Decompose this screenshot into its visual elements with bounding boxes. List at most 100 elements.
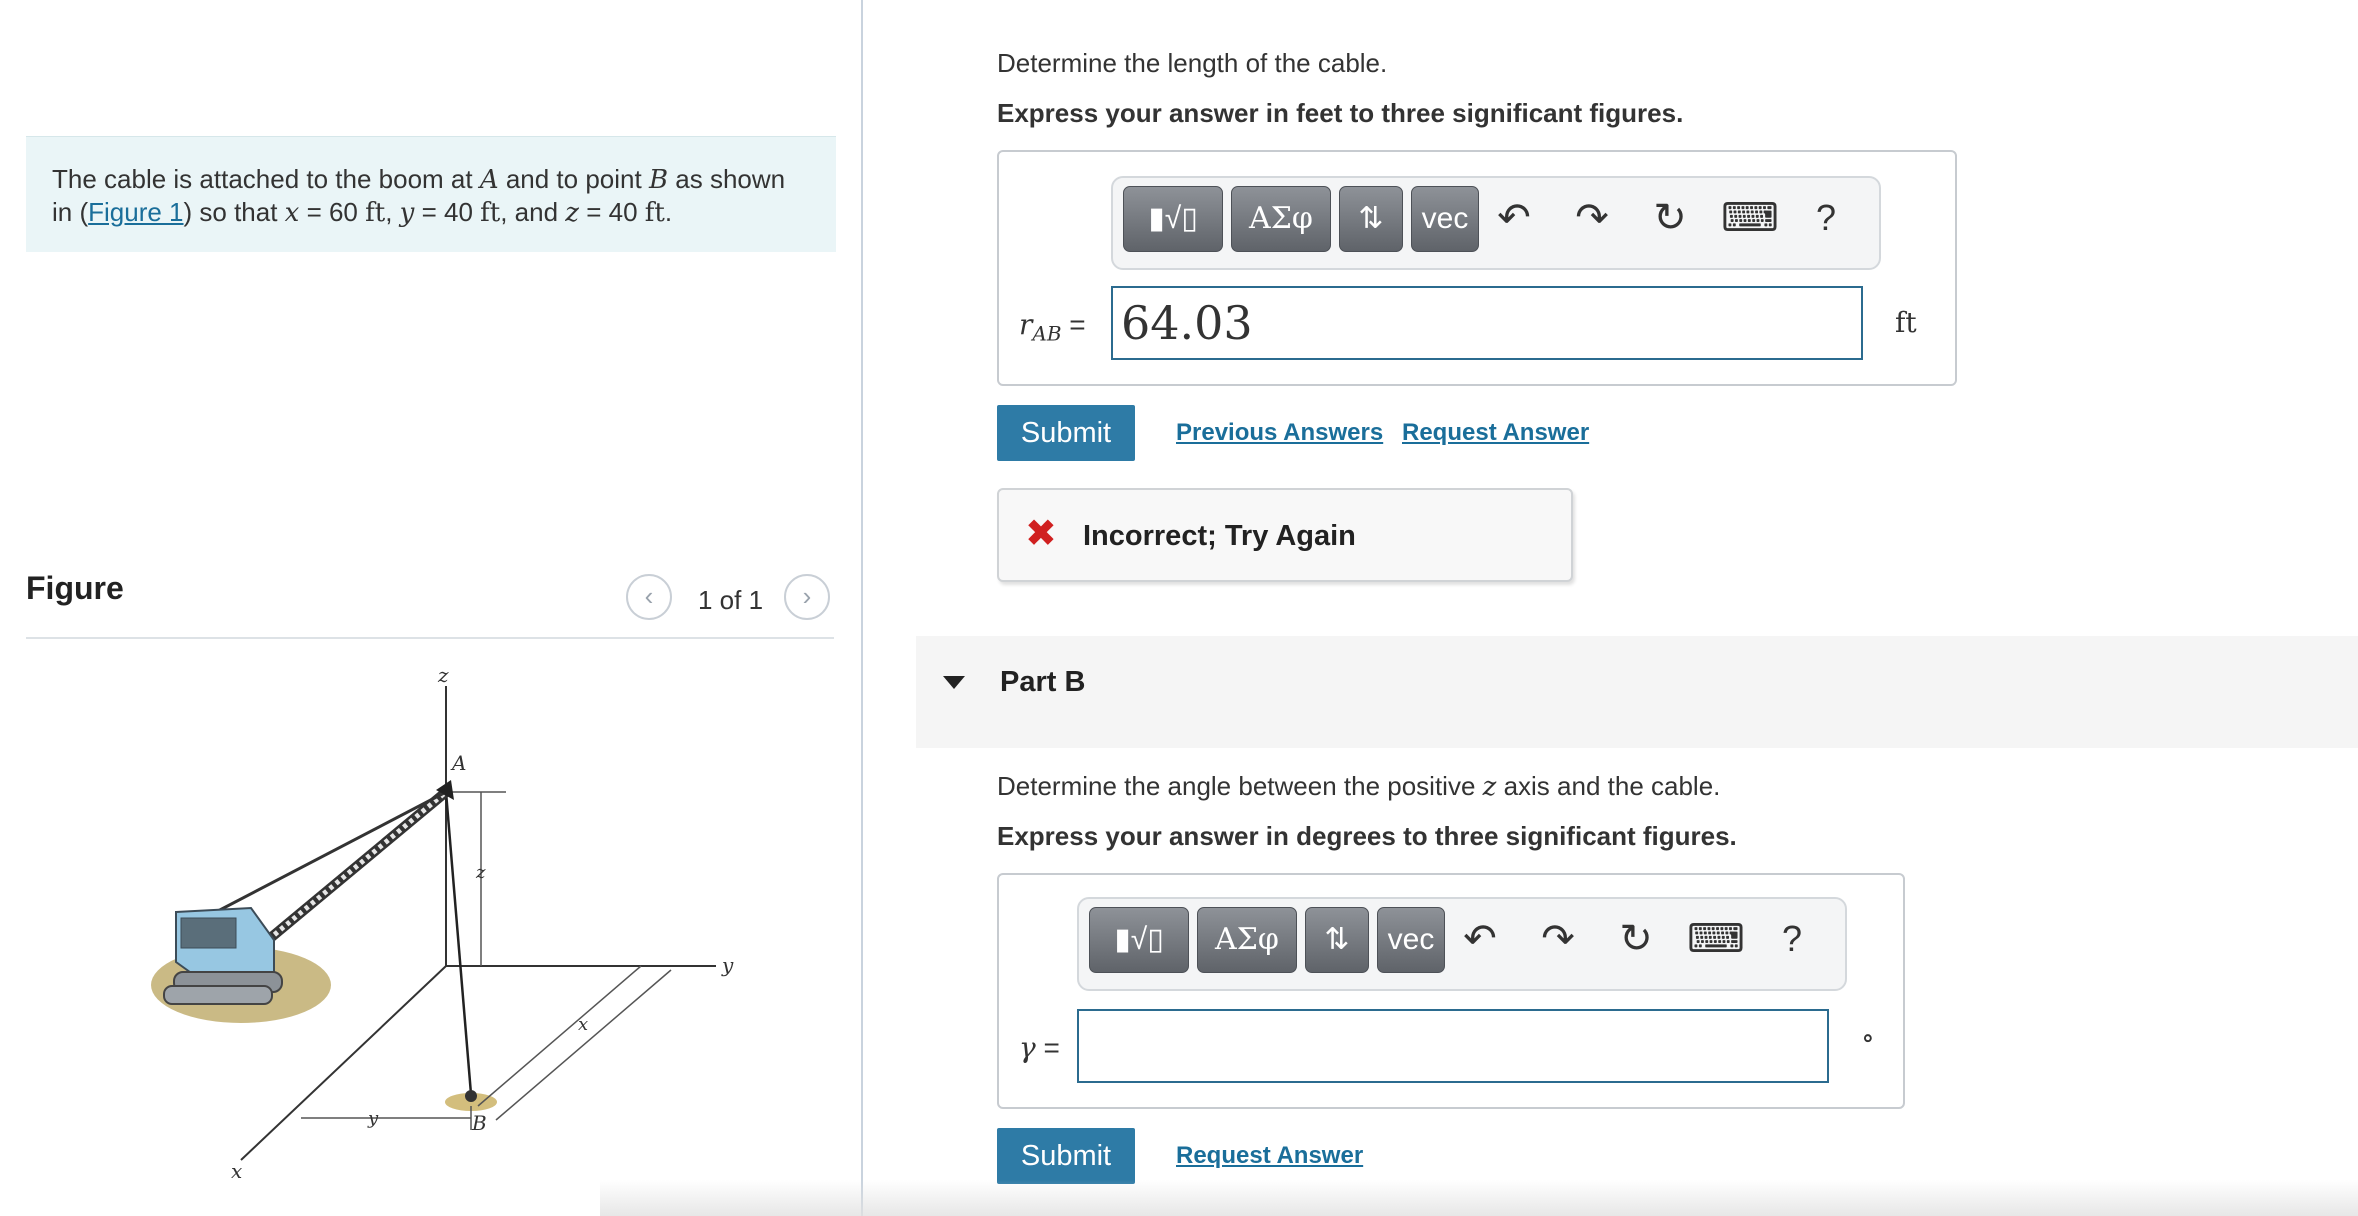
x-axis-label: x [231, 1159, 242, 1183]
dim-line [477, 965, 642, 1107]
problem-text: , [385, 197, 400, 227]
vector-button[interactable]: vec [1411, 186, 1479, 252]
vector-button[interactable]: vec [1377, 907, 1445, 973]
help-button[interactable]: ? [1799, 190, 1853, 246]
figure-link[interactable]: Figure 1 [88, 197, 183, 227]
cable-length-input[interactable]: 64.03 [1111, 286, 1863, 360]
part-b-question: Determine the angle between the positive… [997, 771, 1720, 802]
templates-icon: ▮√▯ [1114, 923, 1164, 956]
crane-window [180, 917, 237, 949]
feedback-box: ✖ Incorrect; Try Again [997, 488, 1573, 582]
reset-icon: ↻ [1619, 917, 1653, 961]
problem-text: , and [500, 197, 566, 227]
crane-track [163, 985, 273, 1005]
next-figure-button[interactable]: › [784, 574, 830, 620]
feedback-text: Incorrect; Try Again [1083, 520, 1356, 552]
help-icon: ? [1781, 918, 1803, 959]
subscript-superscript-button[interactable]: ⇅ [1305, 907, 1369, 973]
arrows-icon: ⇅ [1324, 923, 1350, 956]
chevron-right-icon: › [802, 581, 812, 611]
unit-ft: ft [365, 198, 386, 228]
y-axis-label: y [721, 953, 734, 977]
templates-icon: ▮√▯ [1148, 202, 1198, 235]
problem-text: in ( [52, 197, 89, 227]
caret-down-icon [943, 676, 965, 689]
redo-icon: ↷ [1575, 196, 1609, 240]
templates-button[interactable]: ▮√▯ [1123, 186, 1223, 252]
z-axis-label: z [437, 663, 449, 687]
anchor-point-b [465, 1090, 477, 1102]
part-b-title: Part B [1000, 666, 1086, 698]
reset-icon: ↻ [1653, 196, 1687, 240]
problem-text: and to point [498, 164, 649, 194]
x-icon: ✖ [1025, 513, 1057, 555]
undo-button[interactable]: ↶ [1487, 190, 1541, 246]
problem-text: = 40 [414, 197, 481, 227]
part-b-instruction: Express your answer in degrees to three … [997, 821, 1737, 851]
keyboard-button[interactable]: ⌨ [1721, 190, 1779, 246]
scroll-shadow [600, 1180, 2358, 1216]
request-answer-link[interactable]: Request Answer [1402, 419, 1589, 447]
keyboard-button[interactable]: ⌨ [1687, 911, 1745, 967]
problem-text: = 60 [299, 197, 366, 227]
problem-text: = 40 [578, 197, 645, 227]
greek-symbols-button[interactable]: ΑΣφ [1197, 907, 1297, 973]
var-y: y [399, 198, 415, 228]
greek-label: ΑΣφ [1215, 922, 1279, 957]
part-b-header[interactable]: Part B [916, 636, 2358, 748]
submit-button[interactable]: Submit [997, 405, 1135, 461]
equals-sign: = [1035, 1032, 1060, 1063]
part-a-instruction: Express your answer in feet to three sig… [997, 98, 1684, 128]
var-z: z [1482, 772, 1497, 802]
var-gamma: γ [1019, 1031, 1036, 1064]
x-dimension-label: x [578, 1014, 588, 1035]
x-dimension-line [495, 969, 672, 1121]
unit-ft: ft [480, 198, 501, 228]
var-subscript: AB [1032, 321, 1062, 346]
angle-input[interactable] [1077, 1009, 1829, 1083]
z-dimension-label: z [475, 862, 486, 883]
y-dimension-label: y [367, 1108, 379, 1129]
crane-figure: z y x A B z x y [151, 663, 734, 1183]
problem-statement: The cable is attached to the boom at A a… [26, 136, 836, 252]
submit-button[interactable]: Submit [997, 1128, 1135, 1184]
keyboard-icon: ⌨ [1687, 917, 1745, 961]
help-button[interactable]: ? [1765, 911, 1819, 967]
part-b-answer-box: ▮√▯ ΑΣφ ⇅ vec ↶ ↷ ↻ ⌨ ? γ = ∘ [997, 873, 1905, 1109]
request-answer-link[interactable]: Request Answer [1176, 1142, 1363, 1170]
pane-divider[interactable] [861, 0, 863, 1216]
problem-text: The cable is attached to the boom at [52, 164, 480, 194]
degree-unit: ∘ [1861, 1021, 1875, 1054]
chevron-left-icon: ‹ [644, 581, 654, 611]
undo-button[interactable]: ↶ [1453, 911, 1507, 967]
vec-label: vec [1421, 202, 1469, 235]
greek-label: ΑΣφ [1249, 201, 1313, 236]
undo-icon: ↶ [1497, 196, 1531, 240]
answer-variable-label: γ = [1019, 1031, 1060, 1064]
previous-figure-button[interactable]: ‹ [626, 574, 672, 620]
undo-icon: ↶ [1463, 917, 1497, 961]
math-toolbar: ▮√▯ ΑΣφ ⇅ vec ↶ ↷ ↻ ⌨ ? [1111, 176, 1881, 270]
redo-button[interactable]: ↷ [1531, 911, 1585, 967]
var-r: r [1019, 308, 1033, 341]
reset-button[interactable]: ↻ [1609, 911, 1663, 967]
question-text: axis and the cable. [1496, 771, 1721, 801]
vec-label: vec [1387, 923, 1435, 956]
subscript-superscript-button[interactable]: ⇅ [1339, 186, 1403, 252]
problem-text: . [664, 197, 673, 227]
part-a-question: Determine the length of the cable. [997, 48, 1388, 78]
reset-button[interactable]: ↻ [1643, 190, 1697, 246]
templates-button[interactable]: ▮√▯ [1089, 907, 1189, 973]
unit-label: ft [1895, 306, 1917, 339]
figure-title: Figure [26, 570, 124, 606]
redo-icon: ↷ [1541, 917, 1575, 961]
previous-answers-link[interactable]: Previous Answers [1176, 419, 1383, 447]
point-a-label: A [450, 751, 466, 775]
problem-text: as shown [668, 164, 786, 194]
help-icon: ? [1815, 197, 1837, 238]
greek-symbols-button[interactable]: ΑΣφ [1231, 186, 1331, 252]
var-z: z [565, 198, 579, 228]
problem-pane: The cable is attached to the boom at A a… [0, 0, 860, 1216]
figure-counter: 1 of 1 [698, 585, 764, 615]
redo-button[interactable]: ↷ [1565, 190, 1619, 246]
